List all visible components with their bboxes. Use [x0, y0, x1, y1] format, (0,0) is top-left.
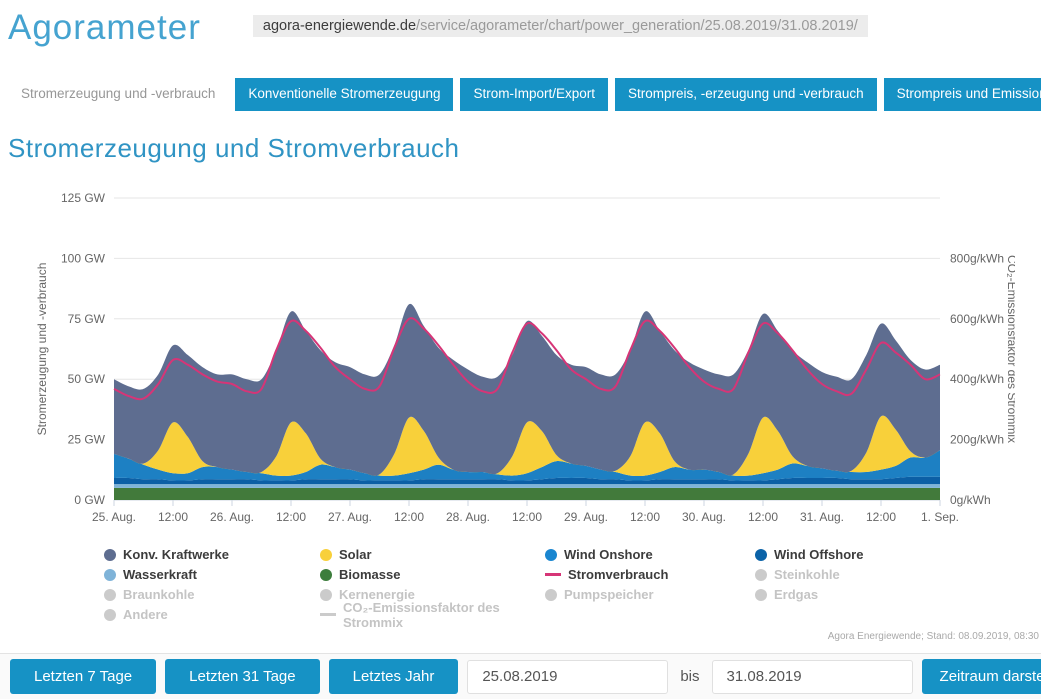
- legend-marker: [320, 613, 336, 616]
- series-area-biomasse[interactable]: [114, 487, 940, 500]
- y-left-tick: 50 GW: [68, 372, 106, 386]
- legend-marker: [320, 568, 332, 581]
- legend-marker: [104, 588, 116, 601]
- page-title: Stromerzeugung und Stromverbrauch: [8, 133, 460, 163]
- legend-item-biomasse[interactable]: Biomasse: [320, 567, 545, 582]
- x-tick-label: 12:00: [512, 510, 542, 524]
- attribution: Agora Energiewende; Stand: 08.09.2019, 0…: [827, 631, 1039, 642]
- legend-label: Konv. Kraftwerke: [123, 547, 229, 562]
- tab-4[interactable]: Strompreis und Emissionen: [883, 78, 1041, 111]
- legend-column-2: Wind Onshore Stromverbrauch Pumpspeicher: [545, 547, 755, 621]
- app-logo: Agorameter: [8, 8, 201, 47]
- x-tick-label: 1. Sep.: [921, 510, 959, 524]
- legend-label: Steinkohle: [774, 567, 840, 582]
- chart-area: 0 GW 0g/kWh 25 GW 200g/kWh 50 GW 400g/kWh 75 G…: [30, 182, 1041, 534]
- y-left-tick: 25 GW: [68, 433, 106, 447]
- x-tick-label: 12:00: [866, 510, 896, 524]
- tab-3[interactable]: Strompreis, -erzeugung und -verbrauch: [615, 78, 877, 111]
- x-tick-label: 12:00: [394, 510, 424, 524]
- legend-item-wind-offshore[interactable]: Wind Offshore: [755, 547, 955, 562]
- y-right-tick: 200g/kWh: [950, 433, 1004, 447]
- show-period-button[interactable]: Zeitraum darstellen: [921, 659, 1041, 694]
- legend-marker: [320, 548, 332, 561]
- tab-0[interactable]: Stromerzeugung und -verbrauch: [8, 78, 229, 111]
- legend-marker: [320, 588, 332, 601]
- series-area-wasserkraft[interactable]: [114, 484, 940, 488]
- legend-column-1: Solar Biomasse Kernenergie CO₂-Emissionsfak…: [320, 547, 545, 630]
- legend-marker: [545, 548, 557, 561]
- y-left-tick: 125 GW: [61, 191, 106, 205]
- date-to-input[interactable]: [711, 659, 913, 694]
- legend-marker: [755, 548, 767, 561]
- x-tick-label: 26. Aug.: [210, 510, 254, 524]
- y-right-tick: 800g/kWh: [950, 251, 1004, 265]
- legend-item-steinkohle[interactable]: Steinkohle: [755, 567, 955, 582]
- x-tick-label: 31. Aug.: [800, 510, 844, 524]
- legend-marker: [545, 573, 561, 576]
- x-tick-label: 12:00: [748, 510, 778, 524]
- y-axis-left-title: Stromerzeugung und -verbrauch: [35, 263, 49, 436]
- legend-item-solar[interactable]: Solar: [320, 547, 545, 562]
- legend-label: Erdgas: [774, 587, 819, 602]
- legend-label: CO₂-Emissionsfaktor des Strommix: [343, 599, 500, 630]
- x-tick-label: 28. Aug.: [446, 510, 490, 524]
- y-right-tick: 600g/kWh: [950, 312, 1004, 326]
- legend-item-wasserkraft[interactable]: Wasserkraft: [104, 567, 320, 582]
- legend-label: Braunkohle: [123, 587, 195, 602]
- header: Agorameter agora-energiewende.de/service…: [0, 0, 1041, 62]
- legend-item-wind-onshore[interactable]: Wind Onshore: [545, 547, 755, 562]
- url-domain: agora-energiewende.de: [262, 18, 417, 34]
- y-axis-right-title: CO₂-Emissionsfaktor des Strommix: [1005, 255, 1015, 443]
- legend-label: Pumpspeicher: [564, 587, 654, 602]
- legend-label: Wind Onshore: [564, 547, 653, 562]
- x-tick-label: 25. Aug.: [92, 510, 136, 524]
- chart-legend: Konv. Kraftwerke Wasserkraft Braunkohle And…: [104, 547, 1041, 630]
- x-tick-label: 30. Aug.: [682, 510, 726, 524]
- legend-marker: [104, 608, 116, 621]
- stacked-area-chart: 0 GW 0g/kWh 25 GW 200g/kWh 50 GW 400g/kWh 75 G…: [35, 191, 1015, 524]
- agorameter-page: Agorameter agora-energiewende.de/service…: [0, 0, 1041, 699]
- y-left-tick: 0 GW: [74, 493, 105, 507]
- x-tick-label: 27. Aug.: [328, 510, 372, 524]
- legend-label: Wasserkraft: [123, 567, 197, 582]
- y-left-tick: 100 GW: [61, 251, 106, 265]
- legend-item-erdgas[interactable]: Erdgas: [755, 587, 955, 602]
- legend-column-3: Wind Offshore Steinkohle Erdgas: [755, 547, 955, 621]
- x-tick-label: 12:00: [158, 510, 188, 524]
- legend-label: Stromverbrauch: [568, 567, 669, 582]
- legend-marker: [104, 568, 116, 581]
- legend-marker: [755, 588, 767, 601]
- last-year-button[interactable]: Letztes Jahr: [328, 659, 459, 694]
- x-tick-label: 12:00: [276, 510, 306, 524]
- legend-marker: [545, 588, 557, 601]
- url-path: /service/agorameter/chart/power_generati…: [416, 18, 858, 34]
- last-7-days-button[interactable]: Letzten 7 Tage: [10, 659, 157, 694]
- legend-column-0: Konv. Kraftwerke Wasserkraft Braunkohle And…: [104, 547, 320, 622]
- legend-item-co-emissionsfaktor-des-strommix[interactable]: CO₂-Emissionsfaktor des Strommix: [320, 600, 545, 630]
- y-right-tick: 0g/kWh: [950, 493, 991, 507]
- y-left-tick: 75 GW: [68, 312, 106, 326]
- legend-marker: [755, 568, 767, 581]
- legend-item-pumpspeicher[interactable]: Pumpspeicher: [545, 587, 755, 602]
- y-right-tick: 400g/kWh: [950, 372, 1004, 386]
- legend-label: Wind Offshore: [774, 547, 864, 562]
- legend-label: Solar: [339, 547, 372, 562]
- legend-item-stromverbrauch[interactable]: Stromverbrauch: [545, 567, 755, 582]
- tab-bar: Stromerzeugung und -verbrauch Konventione…: [0, 78, 1041, 111]
- footer-controls: Letzten 7 Tage Letzten 31 Tage Letztes J…: [0, 653, 1041, 699]
- tab-2[interactable]: Strom-Import/Export: [460, 78, 609, 111]
- url-bar[interactable]: agora-energiewende.de/service/agorameter…: [252, 15, 868, 37]
- bis-label: bis: [680, 668, 700, 685]
- last-31-days-button[interactable]: Letzten 31 Tage: [165, 659, 320, 694]
- legend-item-konv-kraftwerke[interactable]: Konv. Kraftwerke: [104, 547, 320, 562]
- legend-label: Biomasse: [339, 567, 401, 582]
- tab-1[interactable]: Konventionelle Stromerzeugung: [235, 78, 454, 111]
- legend-item-andere[interactable]: Andere: [104, 607, 320, 622]
- x-tick-label: 12:00: [630, 510, 660, 524]
- x-tick-label: 29. Aug.: [564, 510, 608, 524]
- date-from-input[interactable]: [467, 659, 669, 694]
- legend-label: Andere: [123, 607, 168, 622]
- legend-item-braunkohle[interactable]: Braunkohle: [104, 587, 320, 602]
- legend-marker: [104, 548, 116, 561]
